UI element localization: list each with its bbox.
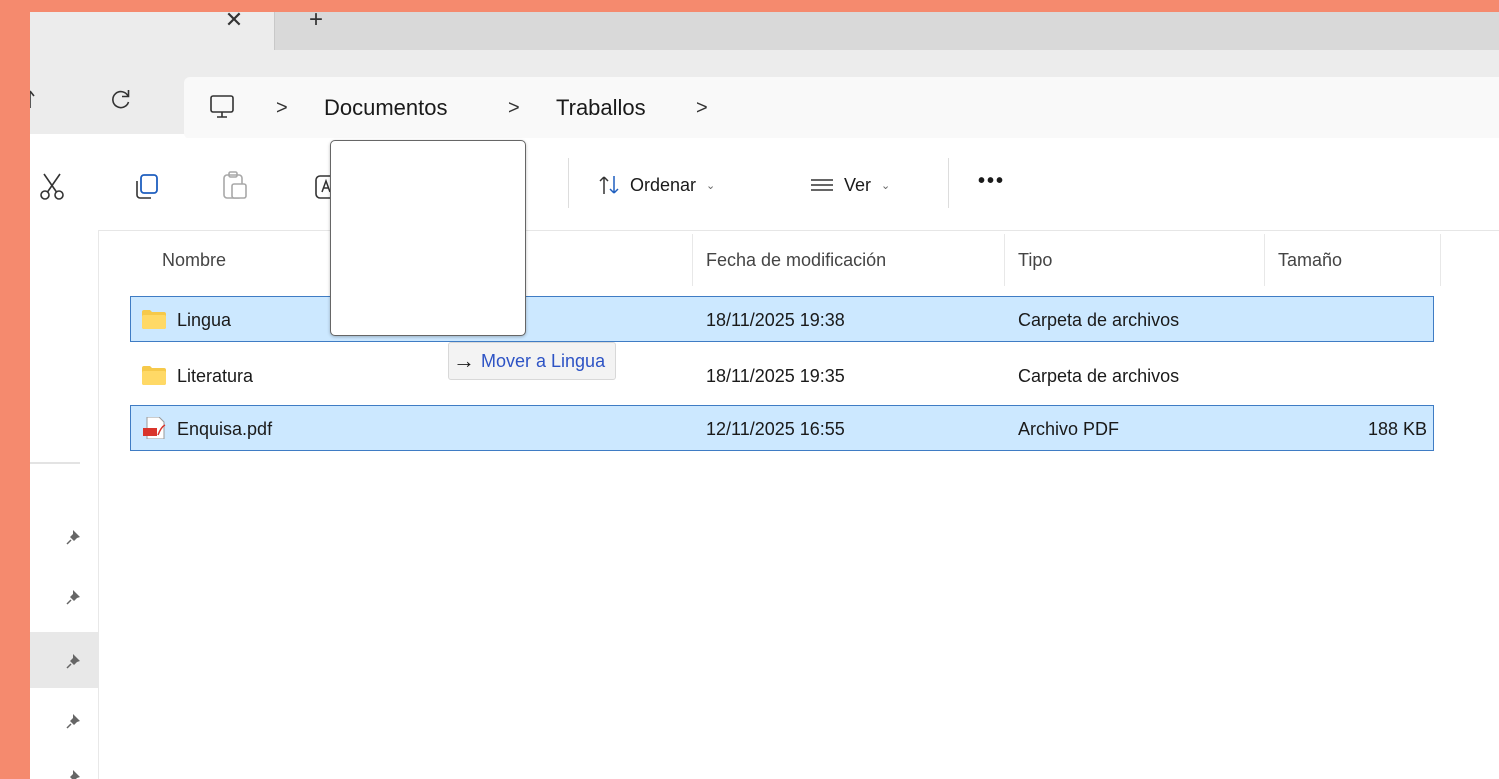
- toolbar-divider: [568, 158, 569, 208]
- view-label: Ver: [844, 174, 872, 195]
- navigation-pane: [30, 230, 99, 779]
- column-header-name[interactable]: Nombre: [162, 249, 226, 271]
- pin-icon[interactable]: [66, 711, 84, 729]
- pdf-file-icon: [143, 417, 166, 439]
- file-row[interactable]: Enquisa.pdf 12/11/2025 16:55 Archivo PDF…: [130, 405, 1434, 451]
- file-size: 188 KB: [1367, 419, 1427, 439]
- file-explorer-window: ✕ + > Documentos > Traballos > Ordenar ⌄…: [30, 12, 1499, 779]
- column-header-size[interactable]: Tamaño: [1278, 249, 1342, 271]
- address-bar: > Documentos > Traballos >: [30, 66, 1499, 139]
- drag-tooltip-text: Mover a Lingua: [481, 350, 606, 371]
- new-tab-button[interactable]: +: [304, 12, 328, 32]
- paste-icon[interactable]: [220, 170, 250, 200]
- file-date: 18/11/2025 19:35: [706, 366, 845, 386]
- computer-icon[interactable]: [208, 93, 236, 121]
- file-type: Carpeta de archivos: [1018, 310, 1180, 330]
- pin-icon[interactable]: [66, 527, 84, 545]
- file-name: Lingua: [177, 310, 232, 330]
- view-icon: [811, 179, 833, 191]
- column-separator[interactable]: [1264, 234, 1265, 286]
- folder-icon: [142, 310, 166, 329]
- column-header-date[interactable]: Fecha de modificación: [706, 249, 886, 271]
- cut-icon[interactable]: [38, 172, 68, 202]
- column-header-type[interactable]: Tipo: [1018, 249, 1052, 271]
- file-date: 18/11/2025 19:38: [706, 310, 845, 330]
- sort-label: Ordenar: [630, 174, 697, 195]
- breadcrumb-traballos[interactable]: Traballos: [556, 96, 646, 120]
- chevron-down-icon: ⌄: [881, 179, 891, 192]
- file-row[interactable]: Lingua 18/11/2025 19:38 Carpeta de archi…: [130, 296, 1434, 342]
- tab-inactive[interactable]: [274, 12, 1499, 50]
- sidebar-item-selected[interactable]: [30, 632, 98, 688]
- more-options-button[interactable]: •••: [978, 171, 1005, 191]
- breadcrumb-documentos[interactable]: Documentos: [324, 96, 448, 120]
- column-separator[interactable]: [692, 234, 693, 286]
- up-arrow-icon[interactable]: [30, 88, 42, 110]
- column-separator[interactable]: [1004, 234, 1005, 286]
- folder-icon: [142, 366, 166, 385]
- column-separator[interactable]: [1440, 234, 1441, 286]
- sidebar-divider: [30, 462, 80, 464]
- address-field[interactable]: > Documentos > Traballos >: [184, 77, 1499, 139]
- copy-icon[interactable]: [132, 172, 162, 202]
- file-date: 12/11/2025 16:55: [706, 419, 845, 439]
- toolbar-divider: [948, 158, 949, 208]
- file-name: Enquisa.pdf: [177, 419, 273, 439]
- breadcrumb-separator: >: [276, 97, 288, 119]
- tab-bar: ✕ +: [30, 12, 1499, 66]
- pin-icon[interactable]: [66, 651, 84, 669]
- file-type: Archivo PDF: [1018, 419, 1120, 439]
- chevron-down-icon: ⌄: [706, 179, 716, 192]
- sort-icon: [599, 176, 619, 194]
- view-button[interactable]: Ver ⌄: [810, 170, 890, 200]
- command-bar: Ordenar ⌄ Ver ⌄ •••: [30, 138, 1499, 231]
- drag-tooltip: → Mover a Lingua: [448, 342, 617, 380]
- sort-button[interactable]: Ordenar ⌄: [598, 170, 715, 200]
- file-type: Carpeta de archivos: [1018, 366, 1180, 386]
- file-row[interactable]: Literatura 18/11/2025 19:35 Carpeta de a…: [130, 352, 1434, 398]
- pin-icon[interactable]: [66, 587, 84, 605]
- close-tab-button[interactable]: ✕: [222, 12, 246, 34]
- file-name: Literatura: [177, 366, 254, 386]
- arrow-right-icon: →: [453, 348, 475, 373]
- breadcrumb-separator: >: [508, 97, 520, 119]
- drag-preview: [330, 140, 526, 336]
- breadcrumb-separator: >: [696, 97, 708, 119]
- pin-icon[interactable]: [66, 767, 84, 779]
- refresh-icon[interactable]: [110, 88, 132, 110]
